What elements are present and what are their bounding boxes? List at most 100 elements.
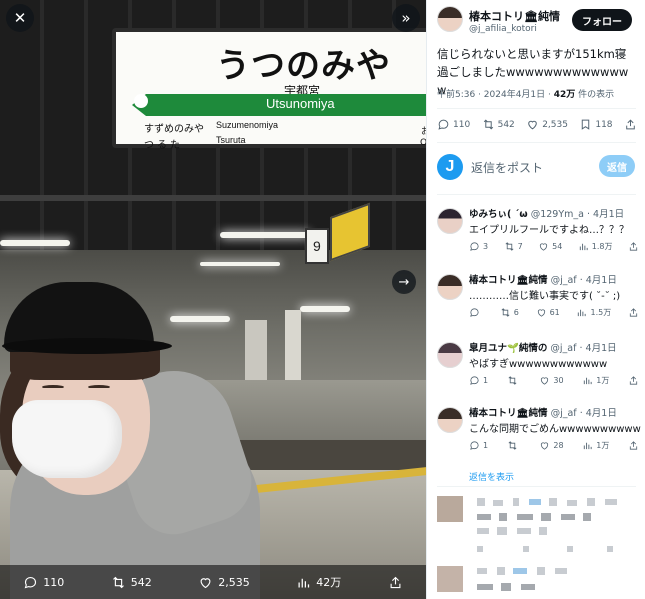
like-button[interactable]: 54 (538, 241, 562, 252)
reply-author-handle: @129Ym_a (530, 209, 584, 220)
reply-text: …………信じ難い事実です( ˘-˘ ;) (469, 291, 621, 302)
share-button[interactable] (628, 440, 639, 451)
views-button[interactable]: 1.5万 (576, 307, 611, 318)
reply-header: 椿本コトリ🏛純情 @j_af · 4月1日 (469, 272, 644, 286)
reply-author-name[interactable]: ゆみちぃ( ´ω (469, 209, 528, 220)
reply-input[interactable]: 返信をポスト (471, 159, 543, 176)
next-image-button[interactable]: → (392, 270, 416, 294)
post-timestamp[interactable]: 午前5:36 · 2024年4月1日 · (437, 90, 554, 100)
avatar[interactable] (437, 208, 463, 234)
reply-author-name[interactable]: 椿本コトリ🏛純情 (469, 275, 548, 286)
ceiling-light (220, 232, 310, 238)
views-count: 1.5万 (590, 308, 612, 317)
reply-button[interactable]: 1 (469, 440, 488, 451)
avatar[interactable] (437, 6, 463, 32)
station-sign: うつのみや 宇都宮 Utsunomiya すずめのみや つるた Suzumeno… (112, 28, 426, 151)
prev-station-jp-2: つるた (144, 140, 183, 151)
views-icon (578, 309, 587, 317)
repost-button[interactable]: 7 (504, 241, 523, 252)
separator-dot: · (579, 275, 583, 286)
separator-dot: · (579, 408, 583, 419)
like-button[interactable]: 2,535 (526, 118, 568, 131)
repost-button[interactable]: 542 (482, 118, 515, 131)
author-name[interactable]: 椿本コトリ🏛純情 (469, 8, 560, 24)
avatar[interactable] (437, 274, 463, 300)
share-button[interactable] (624, 118, 637, 131)
person-cap-brim (2, 338, 172, 354)
author-row: 椿本コトリ🏛純情 @j_afilia_kotori フォロー (437, 6, 642, 42)
pixel-block (497, 567, 505, 575)
show-replies-link[interactable]: 返信を表示 (469, 470, 514, 483)
reply-header: 皐月ユナ🌱純情の @j_af · 4月1日 (469, 340, 644, 354)
reply-date[interactable]: 4月1日 (586, 343, 617, 354)
reply-composer: J 返信をポスト 返信 (437, 150, 637, 186)
share-button[interactable] (628, 375, 639, 386)
author-handle[interactable]: @j_afilia_kotori (469, 24, 537, 34)
media-share-button[interactable] (388, 575, 403, 590)
like-button[interactable]: 30 (539, 375, 564, 386)
media-viewer[interactable]: うつのみや 宇都宮 Utsunomiya すずめのみや つるた Suzumeno… (0, 0, 426, 599)
like-button[interactable]: 28 (539, 440, 564, 451)
reply-button[interactable] (469, 307, 483, 318)
heart-icon (541, 377, 549, 385)
reply-date[interactable]: 4月1日 (593, 209, 624, 220)
reply-author-name[interactable]: 皐月ユナ🌱純情の (469, 343, 547, 354)
prev-station-jp: すずめのみや (144, 124, 204, 135)
pixel-block (549, 498, 557, 506)
repost-count: 7 (517, 242, 523, 251)
reply-icon (438, 119, 449, 130)
reply-author-name[interactable]: 椿本コトリ🏛純情 (469, 408, 548, 419)
follow-button[interactable]: フォロー (572, 9, 632, 31)
close-button[interactable]: ✕ (6, 4, 34, 32)
share-button[interactable] (628, 241, 639, 252)
pixel-block (493, 500, 503, 506)
media-views-button[interactable]: 42万 (296, 574, 341, 590)
pixel-block (607, 546, 613, 552)
reply-date[interactable]: 4月1日 (586, 408, 617, 419)
media-reply-count: 110 (43, 575, 65, 589)
share-button[interactable] (628, 307, 639, 318)
repost-button[interactable] (507, 440, 521, 451)
pixel-block (501, 583, 511, 591)
like-button[interactable]: 61 (536, 307, 560, 318)
ceiling-light (200, 262, 280, 266)
reply-item[interactable]: 椿本コトリ🏛純情 @j_af · 4月1日 …………信じ難い事実です( ˘-˘ … (437, 272, 642, 336)
reply-header: 椿本コトリ🏛純情 @j_af · 4月1日 (469, 405, 644, 419)
views-button[interactable]: 1万 (582, 375, 609, 386)
reply-submit-button[interactable]: 返信 (599, 155, 635, 177)
pixel-block (605, 499, 617, 505)
pixel-block (567, 546, 573, 552)
repost-icon (501, 308, 510, 317)
reply-button[interactable]: 3 (469, 241, 488, 252)
reply-item[interactable]: ゆみちぃ( ´ω @129Ym_a · 4月1日 エイプリルフールですよね…？？… (437, 206, 642, 270)
repost-button[interactable] (507, 375, 521, 386)
repost-button[interactable]: 6 (500, 307, 519, 318)
media-like-button[interactable]: 2,535 (198, 575, 250, 590)
avatar[interactable] (437, 407, 463, 433)
reply-icon (470, 441, 479, 450)
chevron-right-icon: → (398, 274, 410, 290)
media-reply-button[interactable]: 110 (23, 575, 64, 590)
heart-icon (537, 309, 545, 317)
divider (437, 108, 636, 109)
media-repost-count: 542 (130, 575, 152, 589)
avatar[interactable] (437, 342, 463, 368)
reply-date[interactable]: 4月1日 (586, 275, 617, 286)
media-repost-button[interactable]: 542 (111, 575, 152, 590)
views-icon (579, 243, 588, 251)
bookmark-button[interactable]: 118 (579, 118, 613, 131)
post-views-label: 件の表示 (575, 90, 615, 100)
reply-count: 1 (483, 376, 489, 385)
views-button[interactable]: 1.8万 (578, 241, 613, 252)
reply-actions: 6 61 1.5万 (469, 307, 639, 318)
expand-panel-button[interactable]: » (392, 4, 420, 32)
reply-button[interactable]: 1 (469, 375, 488, 386)
reply-item[interactable]: 椿本コトリ🏛純情 @j_af · 4月1日 こんな同期でごめんwwwwwwwww… (437, 405, 642, 469)
ceiling-beam (0, 195, 426, 201)
views-button[interactable]: 1万 (582, 440, 609, 451)
reply-button[interactable]: 110 (437, 118, 470, 131)
like-count: 30 (553, 376, 564, 385)
pixel-block (555, 568, 567, 574)
share-icon (390, 576, 401, 588)
reply-item[interactable]: 皐月ユナ🌱純情の @j_af · 4月1日 やばすぎwwwwwwwwwwww 1… (437, 340, 642, 404)
